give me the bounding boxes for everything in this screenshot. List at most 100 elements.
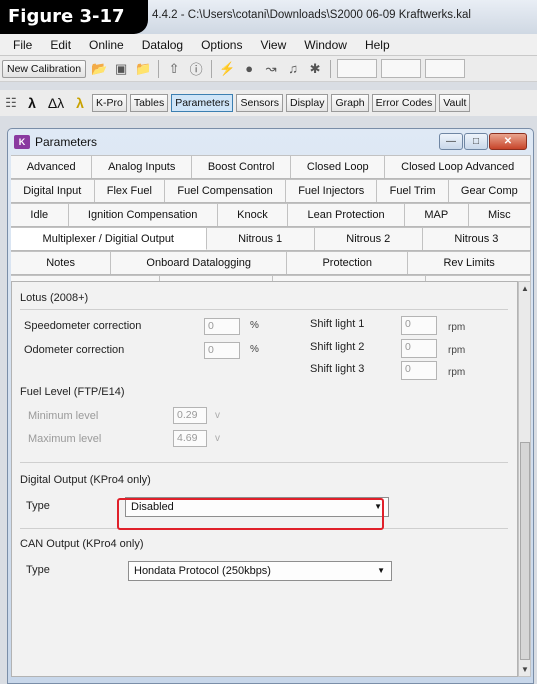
- menu-bar: File Edit Online Datalog Options View Wi…: [0, 34, 537, 56]
- main-toolbar: New Calibration 📂 ▣ 📁 ⇧ ⓘ ⚡ ● ↝ ♫ ✱: [0, 56, 537, 82]
- multiplexer-panel: Lotus (2008+) Speedometer correction 0 %…: [11, 281, 518, 677]
- view-display-button[interactable]: Display: [286, 94, 329, 112]
- window-controls: — □ ✕: [439, 133, 527, 150]
- lambda-icon[interactable]: λ: [23, 95, 41, 111]
- tab-gear-comp[interactable]: Gear Comp: [448, 179, 531, 202]
- menu-online[interactable]: Online: [80, 38, 133, 52]
- chevron-down-icon: ▼: [377, 566, 385, 575]
- view-vault-button[interactable]: Vault: [439, 94, 471, 112]
- scroll-up-icon[interactable]: ▲: [521, 284, 529, 293]
- view-kpro-button[interactable]: K-Pro: [92, 94, 127, 112]
- scrollbar-thumb[interactable]: [520, 442, 530, 660]
- dialog-title-text: Parameters: [35, 135, 98, 149]
- tab-fuel-trim[interactable]: Fuel Trim: [377, 179, 449, 202]
- minimum-level-input[interactable]: 0.29: [173, 407, 207, 424]
- tab-nitrous-1[interactable]: Nitrous 1: [206, 227, 315, 250]
- toolbar-separator: [211, 59, 213, 78]
- tab-closed-loop[interactable]: Closed Loop: [291, 155, 386, 178]
- parameter-tabs: Advanced Analog Inputs Boost Control Clo…: [11, 155, 532, 299]
- maximum-level-input[interactable]: 4.69: [173, 430, 207, 447]
- speedometer-correction-input[interactable]: 0: [204, 318, 240, 335]
- shift-light-2-input[interactable]: 0: [401, 339, 437, 358]
- tab-onboard-datalogging[interactable]: Onboard Datalogging: [111, 251, 288, 274]
- percent-unit: %: [250, 344, 259, 355]
- view-parameters-button[interactable]: Parameters: [171, 94, 234, 112]
- tab-fuel-injectors[interactable]: Fuel Injectors: [286, 179, 378, 202]
- toolbar-field[interactable]: [381, 59, 422, 78]
- shift-light-3-input[interactable]: 0: [401, 361, 437, 380]
- new-calibration-button[interactable]: New Calibration: [2, 59, 87, 78]
- can-type-label: Type: [26, 564, 50, 576]
- scroll-down-icon[interactable]: ▼: [521, 665, 529, 674]
- tab-analog-inputs[interactable]: Analog Inputs: [92, 155, 193, 178]
- can-output-highlight: [117, 498, 384, 530]
- shift-light-3-label: Shift light 3: [310, 363, 365, 375]
- can-output-type-select[interactable]: Hondata Protocol (250kbps) ▼: [128, 561, 392, 581]
- tab-knock[interactable]: Knock: [217, 203, 289, 226]
- menu-options[interactable]: Options: [192, 38, 251, 52]
- close-icon[interactable]: ✕: [489, 133, 527, 150]
- digital-output-section-title: Digital Output (KPro4 only): [20, 474, 151, 486]
- tab-lean-protection[interactable]: Lean Protection: [288, 203, 405, 226]
- parameters-dialog: K Parameters — □ ✕ Advanced Analog Input…: [7, 128, 534, 684]
- maximize-icon[interactable]: □: [464, 133, 488, 150]
- info-icon[interactable]: ⓘ: [187, 60, 205, 78]
- tab-nitrous-3[interactable]: Nitrous 3: [422, 227, 531, 250]
- view-graph-button[interactable]: Graph: [331, 94, 369, 112]
- tab-advanced[interactable]: Advanced: [11, 155, 93, 178]
- tab-misc[interactable]: Misc: [468, 203, 531, 226]
- menu-datalog[interactable]: Datalog: [133, 38, 192, 52]
- toolbar-field[interactable]: [337, 59, 378, 78]
- percent-unit: %: [250, 320, 259, 331]
- menu-window[interactable]: Window: [295, 38, 356, 52]
- view-sensors-button[interactable]: Sensors: [236, 94, 284, 112]
- music-note-icon[interactable]: ♫: [284, 60, 302, 78]
- toolbar-separator: [330, 59, 332, 78]
- menu-view[interactable]: View: [251, 38, 295, 52]
- view-tables-button[interactable]: Tables: [129, 94, 169, 112]
- toolbar-field[interactable]: [425, 59, 466, 78]
- toolbar-separator: [158, 59, 160, 78]
- tab-rev-limits[interactable]: Rev Limits: [408, 251, 532, 274]
- tab-notes[interactable]: Notes: [11, 251, 112, 274]
- tab-multiplexer-digital-output[interactable]: Multiplexer / Digitial Output: [11, 227, 207, 250]
- panel-scrollbar[interactable]: ▲ ▼: [518, 281, 531, 677]
- delta-lambda-icon[interactable]: Δλ: [44, 95, 68, 111]
- minimum-level-label: Minimum level: [28, 410, 99, 422]
- menu-file[interactable]: File: [4, 38, 41, 52]
- save-icon[interactable]: ▣: [112, 60, 130, 78]
- connect-icon[interactable]: ⚡: [218, 60, 236, 78]
- open-recent-icon[interactable]: 📁: [134, 60, 152, 78]
- volt-unit: v: [215, 410, 220, 421]
- lambda-target-icon[interactable]: λ: [71, 95, 89, 111]
- menu-edit[interactable]: Edit: [41, 38, 80, 52]
- minimize-icon[interactable]: —: [439, 133, 463, 150]
- menu-help[interactable]: Help: [356, 38, 399, 52]
- calibration-icon[interactable]: ☷: [2, 94, 20, 112]
- tab-nitrous-2[interactable]: Nitrous 2: [314, 227, 423, 250]
- upload-icon[interactable]: ⇧: [165, 60, 183, 78]
- open-folder-icon[interactable]: 📂: [90, 60, 108, 78]
- tab-fuel-compensation[interactable]: Fuel Compensation: [165, 179, 286, 202]
- tab-boost-control[interactable]: Boost Control: [192, 155, 292, 178]
- shift-light-1-input[interactable]: 0: [401, 316, 437, 335]
- tab-digital-input[interactable]: Digital Input: [11, 179, 95, 202]
- view-error-codes-button[interactable]: Error Codes: [371, 94, 437, 112]
- tab-row: Advanced Analog Inputs Boost Control Clo…: [11, 155, 531, 179]
- fuel-level-section-title: Fuel Level (FTP/E14): [20, 386, 125, 398]
- datalog-icon[interactable]: ↝: [262, 60, 280, 78]
- can-output-section-title: CAN Output (KPro4 only): [20, 538, 144, 550]
- tab-ignition-compensation[interactable]: Ignition Compensation: [68, 203, 218, 226]
- speedometer-label: Speedometer correction: [24, 320, 142, 332]
- tab-map[interactable]: MAP: [404, 203, 469, 226]
- tab-protection[interactable]: Protection: [287, 251, 409, 274]
- bluetooth-icon[interactable]: ✱: [306, 60, 324, 78]
- online-indicator-icon: ●: [245, 61, 254, 76]
- volt-unit: v: [215, 433, 220, 444]
- tab-closed-loop-advanced[interactable]: Closed Loop Advanced: [385, 155, 531, 178]
- tab-idle[interactable]: Idle: [11, 203, 69, 226]
- odometer-correction-input[interactable]: 0: [204, 342, 240, 359]
- section-divider: [20, 462, 508, 463]
- tab-flex-fuel[interactable]: Flex Fuel: [94, 179, 166, 202]
- can-output-type-value: Hondata Protocol (250kbps): [134, 565, 271, 577]
